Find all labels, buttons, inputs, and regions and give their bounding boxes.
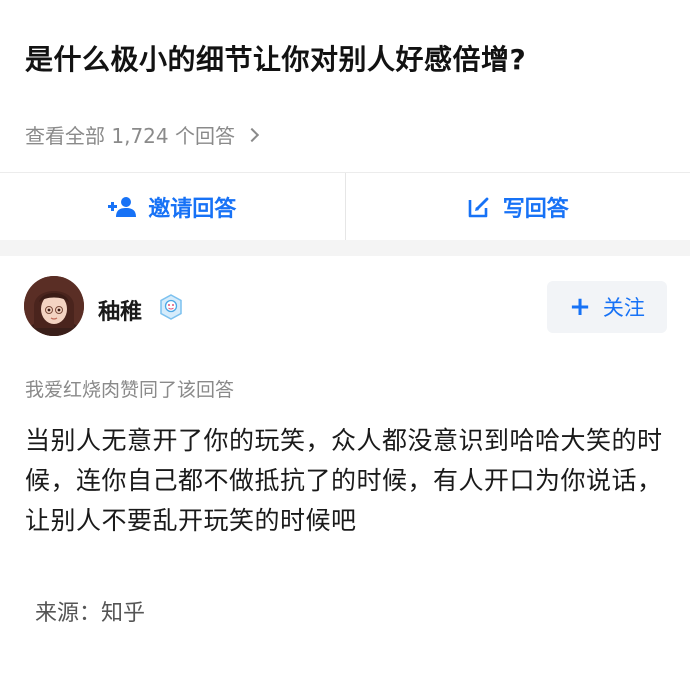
write-answer-label: 写回答 bbox=[502, 197, 569, 222]
view-all-answers-link[interactable]: 查看全部 1,724 个回答 bbox=[25, 120, 260, 149]
chevron-right-icon bbox=[244, 127, 260, 142]
question-action-bar: 邀请回答 写回答 bbox=[0, 172, 690, 241]
verified-badge-icon bbox=[158, 294, 184, 320]
invite-answer-label: 邀请回答 bbox=[148, 197, 237, 222]
author-name[interactable]: 秞稚 bbox=[98, 294, 142, 326]
view-all-label: 查看全部 1,724 个回答 bbox=[25, 124, 235, 148]
upvote-note: 我爱红烧肉赞同了该回答 bbox=[25, 379, 235, 401]
write-answer-button[interactable]: 写回答 bbox=[346, 173, 690, 241]
section-divider bbox=[0, 240, 690, 256]
follow-label: 关注 bbox=[602, 296, 645, 320]
answer-content[interactable]: 当别人无意开了你的玩笑，众人都没意识到哈哈大笑的时候，连你自己都不做抵抗了的时候… bbox=[25, 421, 670, 541]
edit-icon bbox=[468, 197, 489, 218]
follow-button[interactable]: + 关注 bbox=[547, 281, 667, 333]
avatar-illustration bbox=[24, 276, 84, 336]
add-user-icon bbox=[108, 197, 137, 217]
invite-answer-button[interactable]: 邀请回答 bbox=[0, 173, 345, 241]
question-title[interactable]: 是什么极小的细节让你对别人好感倍增? bbox=[25, 38, 526, 78]
plus-icon: + bbox=[569, 292, 591, 322]
source-label: 来源：知乎 bbox=[35, 601, 146, 626]
author-avatar[interactable] bbox=[24, 276, 84, 336]
